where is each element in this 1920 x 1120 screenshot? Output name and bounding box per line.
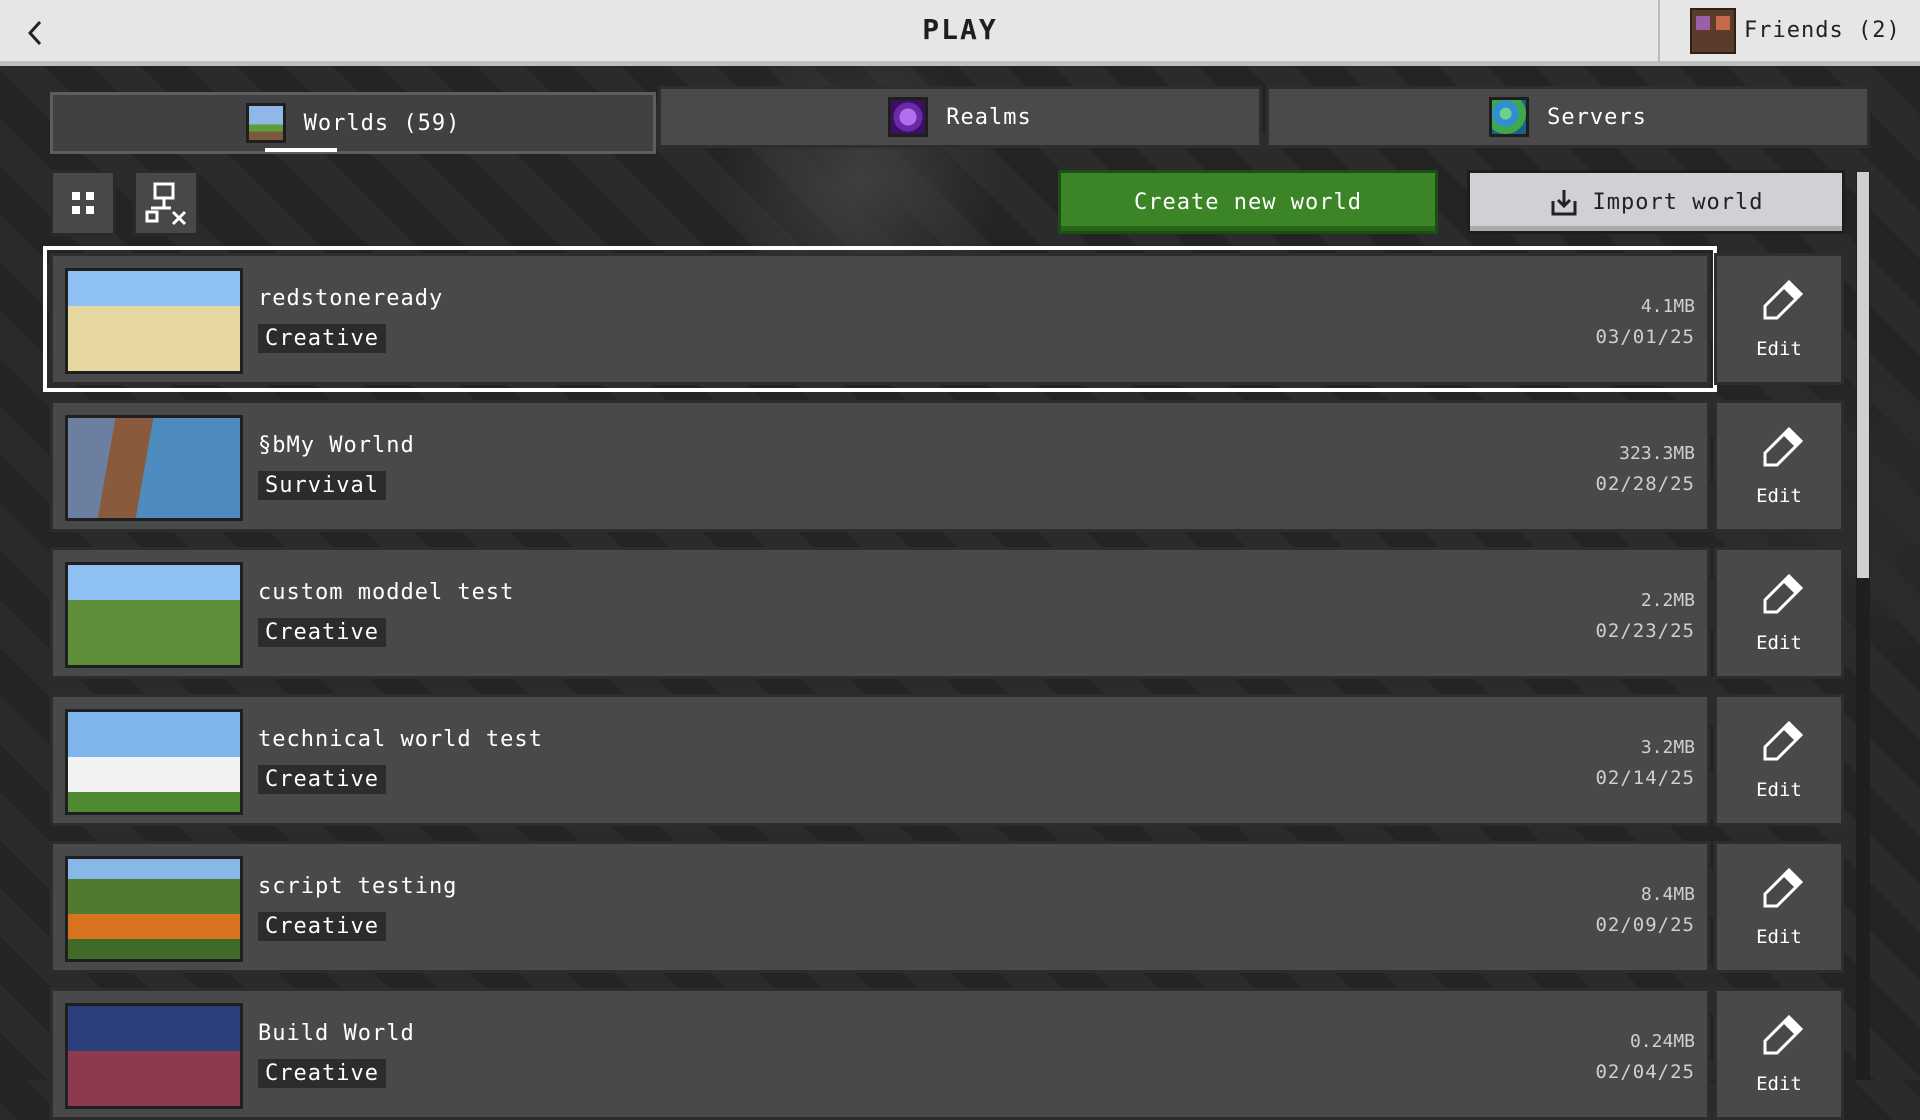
edit-label: Edit: [1756, 1073, 1802, 1095]
world-thumbnail: [65, 1003, 243, 1109]
world-card[interactable]: script testing Creative 8.4MB 02/09/25: [50, 841, 1710, 973]
world-row: §bMy Worlnd Survival 323.3MB 02/28/25 Ed…: [50, 400, 1844, 532]
world-card[interactable]: redstoneready Creative 4.1MB 03/01/25: [43, 246, 1717, 392]
world-name: custom moddel test: [258, 580, 515, 605]
friends-button[interactable]: Friends (2): [1658, 0, 1920, 61]
world-size: 4.1MB: [1640, 296, 1695, 317]
world-thumbnail: [65, 856, 243, 962]
create-new-world-button[interactable]: Create new world: [1058, 170, 1438, 234]
edit-label: Edit: [1756, 338, 1802, 360]
edit-label: Edit: [1756, 632, 1802, 654]
world-thumbnail: [65, 709, 243, 815]
world-name: script testing: [258, 874, 458, 899]
edit-world-button[interactable]: Edit: [1714, 547, 1844, 679]
grid-icon: [72, 192, 94, 214]
friends-label: Friends (2): [1744, 18, 1901, 43]
world-size: 0.24MB: [1629, 1031, 1695, 1052]
pencil-icon: [1763, 720, 1804, 761]
pencil-icon: [1763, 426, 1804, 467]
game-mode-badge: Creative: [258, 1059, 386, 1088]
edit-label: Edit: [1756, 779, 1802, 801]
world-card[interactable]: technical world test Creative 3.2MB 02/1…: [50, 694, 1710, 826]
import-world-label: Import world: [1592, 189, 1764, 215]
world-name: Build World: [258, 1021, 415, 1046]
game-mode-badge: Survival: [258, 471, 386, 500]
import-world-button[interactable]: Import world: [1467, 170, 1845, 234]
world-date: 02/14/25: [1595, 767, 1695, 789]
network-off-icon: [145, 182, 187, 226]
world-date: 02/23/25: [1595, 620, 1695, 642]
world-thumbnail: [65, 415, 243, 521]
world-size: 323.3MB: [1619, 443, 1695, 464]
world-name: redstoneready: [258, 286, 444, 311]
edit-world-button[interactable]: Edit: [1714, 841, 1844, 973]
tab-worlds[interactable]: Worlds (59): [50, 92, 656, 154]
world-row: Build World Creative 0.24MB 02/04/25 Edi…: [50, 988, 1844, 1120]
world-name: §bMy Worlnd: [258, 433, 415, 458]
top-bar: PLAY Friends (2): [0, 0, 1920, 66]
edit-world-button[interactable]: Edit: [1714, 253, 1844, 385]
tab-realms[interactable]: Realms: [658, 86, 1262, 148]
world-row: technical world test Creative 3.2MB 02/1…: [50, 694, 1844, 826]
edit-world-button[interactable]: Edit: [1714, 694, 1844, 826]
active-tab-indicator: [265, 148, 337, 152]
world-thumbnail: [65, 562, 243, 668]
world-name: technical world test: [258, 727, 543, 752]
world-thumbnail: [65, 268, 243, 374]
game-mode-badge: Creative: [258, 765, 386, 794]
pencil-icon: [1763, 1014, 1804, 1055]
realms-icon: [888, 97, 929, 137]
world-date: 02/09/25: [1595, 914, 1695, 936]
sync-toggle-button[interactable]: [133, 170, 199, 236]
game-mode-badge: Creative: [258, 618, 386, 647]
edit-label: Edit: [1756, 926, 1802, 948]
world-date: 02/28/25: [1595, 473, 1695, 495]
pencil-icon: [1763, 867, 1804, 908]
world-row: script testing Creative 8.4MB 02/09/25 E…: [50, 841, 1844, 973]
world-card[interactable]: §bMy Worlnd Survival 323.3MB 02/28/25: [50, 400, 1710, 532]
pencil-icon: [1763, 279, 1804, 320]
world-size: 8.4MB: [1640, 884, 1695, 905]
tab-label: Servers: [1547, 104, 1647, 130]
servers-icon: [1489, 97, 1530, 137]
world-row: custom moddel test Creative 2.2MB 02/23/…: [50, 547, 1844, 679]
pencil-icon: [1763, 573, 1804, 614]
world-row: redstoneready Creative 4.1MB 03/01/25 Ed…: [43, 246, 1844, 392]
create-new-world-label: Create new world: [1134, 189, 1362, 215]
edit-label: Edit: [1756, 485, 1802, 507]
world-date: 03/01/25: [1595, 326, 1695, 348]
scrollbar-thumb[interactable]: [1857, 172, 1869, 578]
worlds-icon: [245, 103, 286, 143]
world-card[interactable]: Build World Creative 0.24MB 02/04/25: [50, 988, 1710, 1120]
game-mode-badge: Creative: [258, 324, 386, 353]
edit-world-button[interactable]: Edit: [1714, 988, 1844, 1120]
edit-world-button[interactable]: Edit: [1714, 400, 1844, 532]
world-size: 2.2MB: [1640, 590, 1695, 611]
game-mode-badge: Creative: [258, 912, 386, 941]
tab-servers[interactable]: Servers: [1266, 86, 1870, 148]
world-card[interactable]: custom moddel test Creative 2.2MB 02/23/…: [50, 547, 1710, 679]
chevron-left-icon: [27, 20, 42, 46]
page-title: PLAY: [922, 13, 998, 46]
world-size: 3.2MB: [1640, 737, 1695, 758]
friends-avatar-icon: [1690, 7, 1736, 54]
back-button[interactable]: [10, 8, 60, 58]
view-toggle-button[interactable]: [50, 170, 116, 236]
tab-label: Realms: [946, 104, 1032, 130]
tab-label: Worlds (59): [303, 110, 461, 136]
import-icon: [1551, 190, 1577, 216]
